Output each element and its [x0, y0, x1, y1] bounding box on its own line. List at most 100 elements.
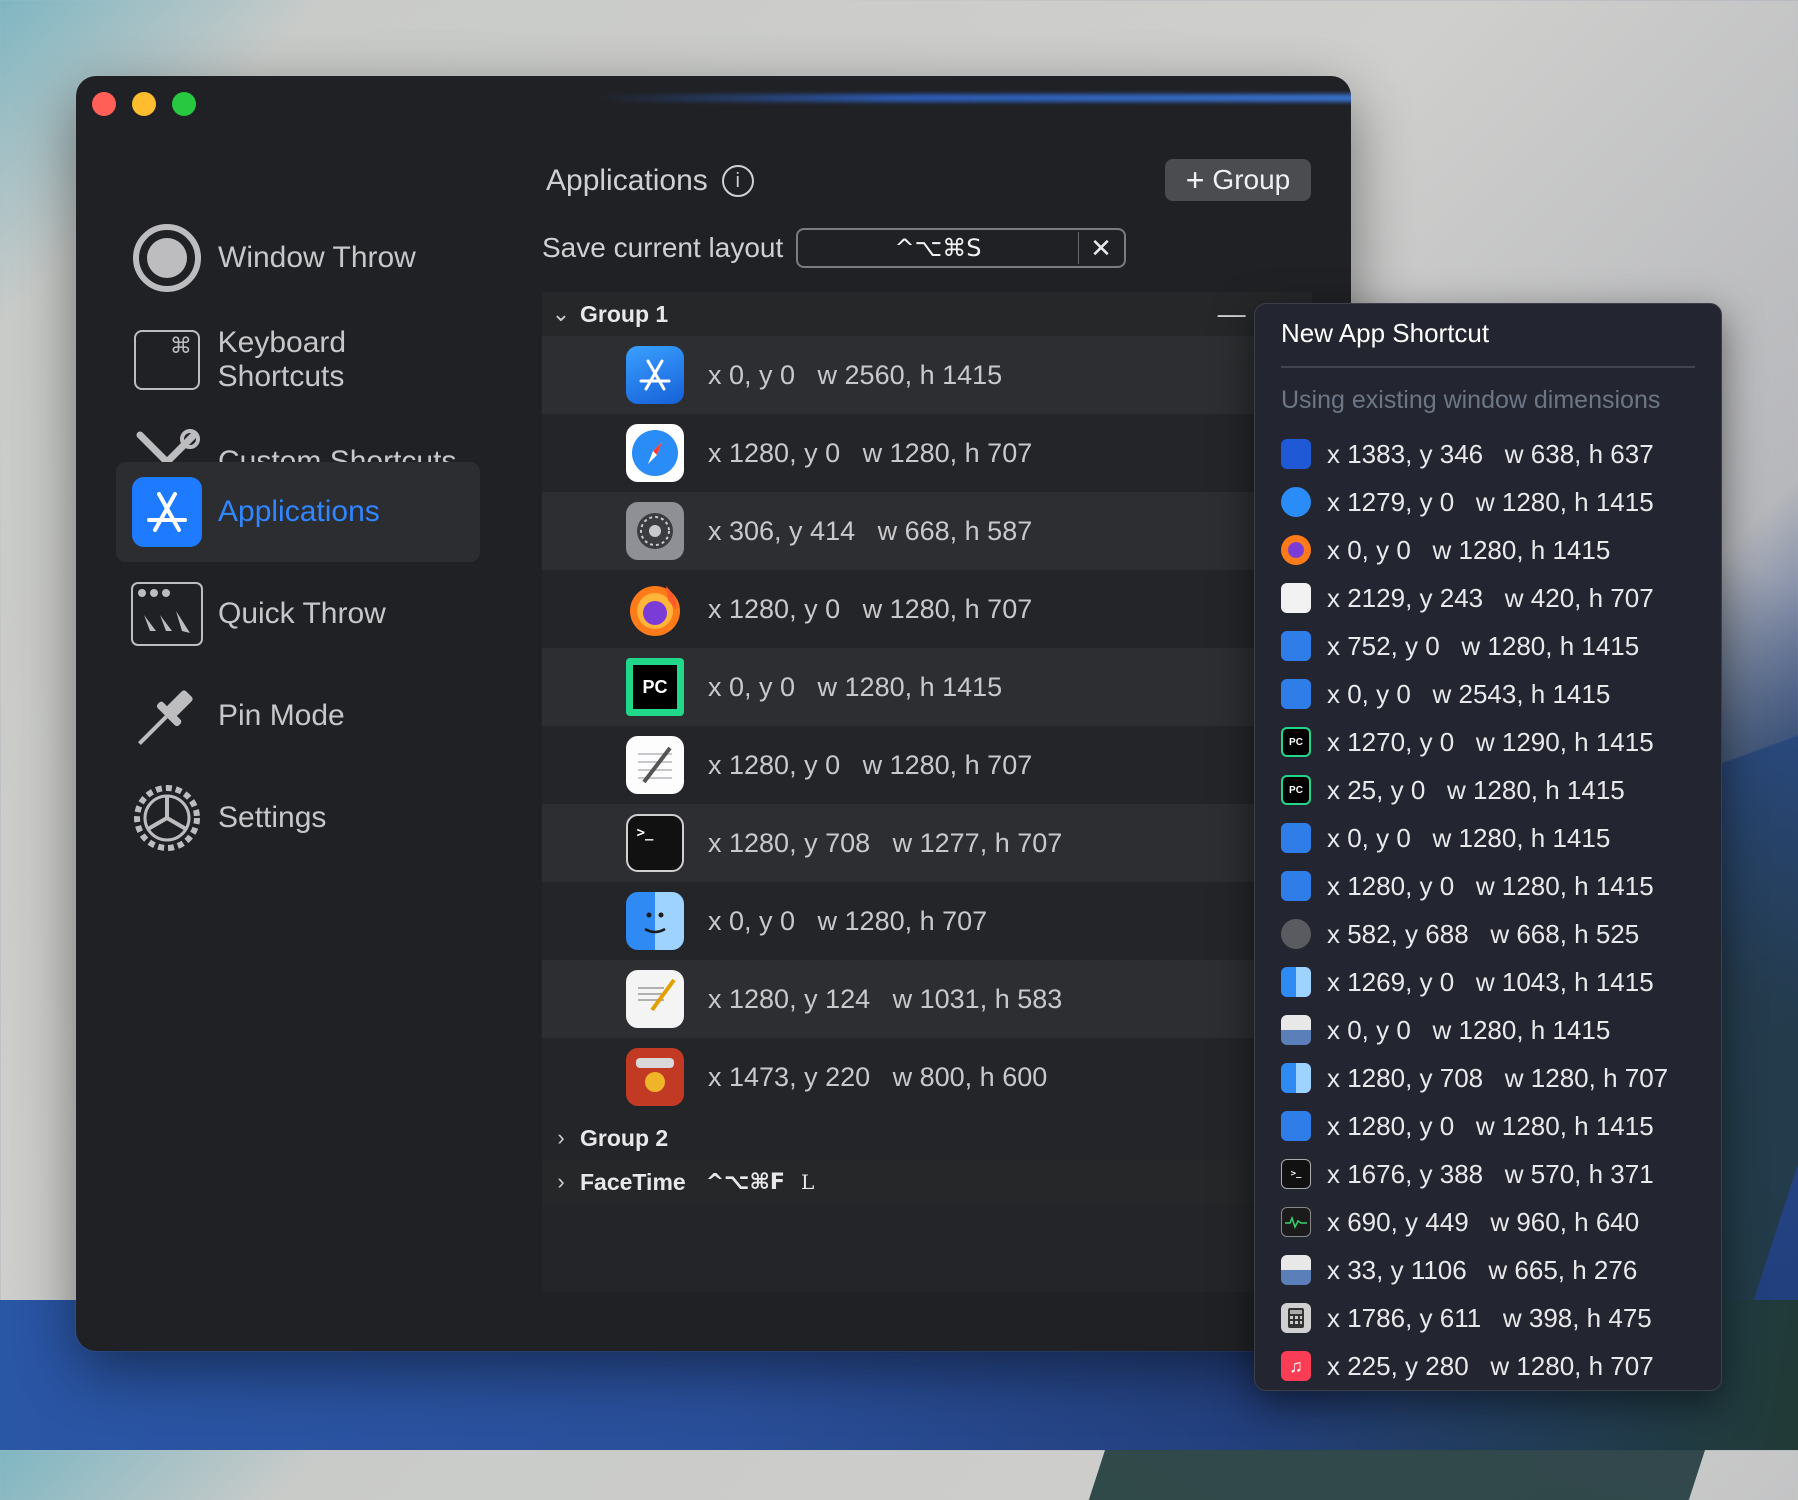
terminal-icon: >_ [626, 814, 684, 872]
list-item[interactable]: PC x 25, y 0 w 1280, h 1415 [1281, 766, 1711, 814]
sidebar-item-applications[interactable]: Applications [116, 462, 480, 562]
window-dimensions: x 0, y 0 w 2560, h 1415 [708, 359, 1003, 390]
table-row[interactable]: x 1280, y 0 w 1280, h 707 [542, 726, 1312, 804]
save-layout-label: Save current layout [542, 232, 784, 263]
table-row[interactable]: x 1473, y 220 w 800, h 600 [542, 1038, 1312, 1116]
sidebar-item-window-throw[interactable]: Window Throw [116, 208, 480, 308]
new-app-shortcut-popup: New App Shortcut Using existing window d… [1254, 303, 1722, 1391]
window-dimensions: x 0, y 0 w 1280, h 1415 [1327, 1014, 1611, 1045]
sidebar-item-keyboard-shortcuts[interactable]: ⌘ Keyboard Shortcuts [116, 310, 480, 410]
popup-subtitle: Using existing window dimensions [1281, 386, 1661, 414]
list-item[interactable]: x 2129, y 243 w 420, h 707 [1281, 574, 1711, 622]
pin-icon [130, 679, 204, 753]
xcode-icon [1281, 631, 1311, 661]
disk-utility-icon [1281, 1015, 1311, 1045]
window-dimensions: x 1280, y 0 w 1280, h 707 [708, 593, 1033, 624]
add-group-button[interactable]: + Group [1165, 159, 1311, 201]
window-dimensions: x 1280, y 0 w 1280, h 1415 [1327, 870, 1654, 901]
list-item[interactable]: x 0, y 0 w 1280, h 1415 [1281, 814, 1711, 862]
list-item[interactable]: x 0, y 0 w 1280, h 1415 [1281, 1006, 1711, 1054]
xcode-icon [1281, 679, 1311, 709]
info-icon[interactable]: i [721, 165, 754, 197]
circle-target-icon [130, 221, 204, 295]
list-item[interactable]: x 0, y 0 w 1280, h 1415 [1281, 526, 1711, 574]
list-item[interactable]: PC x 1270, y 0 w 1290, h 1415 [1281, 718, 1711, 766]
table-row[interactable]: x 306, y 414 w 668, h 587 [542, 492, 1312, 570]
list-item[interactable]: x 582, y 688 w 668, h 525 [1281, 910, 1711, 958]
list-item[interactable]: x 0, y 0 w 2543, h 1415 [1281, 670, 1711, 718]
chevron-right-icon[interactable]: › [542, 1169, 580, 1195]
close-window-button[interactable] [92, 92, 116, 116]
group-extra-key: L [800, 1170, 815, 1194]
safari-icon [626, 424, 684, 482]
list-item[interactable]: x 1280, y 0 w 1280, h 1415 [1281, 1102, 1711, 1150]
window-dimensions: x 1280, y 708 w 1280, h 707 [1327, 1062, 1669, 1093]
window-dimensions: x 1676, y 388 w 570, h 371 [1327, 1158, 1654, 1189]
table-row[interactable]: x 0, y 0 w 1280, h 707 [542, 882, 1312, 960]
chevron-down-icon[interactable]: ⌄ [542, 301, 580, 327]
firefox-icon [626, 580, 684, 638]
list-item[interactable]: x 33, y 1106 w 665, h 276 [1281, 1246, 1711, 1294]
group-name: FaceTime [580, 1168, 686, 1195]
window-dimensions: x 1280, y 0 w 1280, h 707 [708, 437, 1033, 468]
window-dimensions: x 0, y 0 w 1280, h 1415 [708, 671, 1003, 702]
table-row[interactable]: >_ x 1280, y 708 w 1277, h 707 [542, 804, 1312, 882]
terminal-badge: >_ [636, 825, 654, 841]
pycharm-icon: PC [626, 658, 684, 716]
zoom-window-button[interactable] [172, 92, 196, 116]
notes-icon [1281, 439, 1311, 469]
group-name: Group 1 [580, 300, 669, 327]
sidebar-item-label: Keyboard Shortcuts [217, 326, 347, 393]
table-row[interactable]: x 1280, y 0 w 1280, h 707 [542, 414, 1312, 492]
list-item[interactable]: x 690, y 449 w 960, h 640 [1281, 1198, 1711, 1246]
sidebar-item-settings[interactable]: Settings [116, 768, 480, 868]
window-dimensions: x 1279, y 0 w 1280, h 1415 [1327, 486, 1654, 517]
table-row[interactable]: x 1280, y 124 w 1031, h 583 [542, 960, 1312, 1038]
remove-group-button[interactable]: — [1218, 298, 1246, 330]
list-item[interactable]: x 1269, y 0 w 1043, h 1415 [1281, 958, 1711, 1006]
group-name: Group 2 [580, 1124, 669, 1151]
plist-editor-icon [626, 970, 684, 1028]
music-icon: ♫ [1281, 1351, 1311, 1381]
window-dimensions: x 0, y 0 w 1280, h 1415 [1327, 534, 1611, 565]
group-row[interactable]: › Group 2 [542, 1116, 1312, 1160]
textedit-icon [1281, 583, 1311, 613]
terminal-icon: >_ [1281, 1159, 1311, 1189]
group-header[interactable]: ⌄ Group 1 — + [542, 292, 1312, 336]
group-row[interactable]: › FaceTime ^⌥⌘F L [542, 1160, 1312, 1204]
list-item[interactable]: x 1280, y 0 w 1280, h 1415 [1281, 862, 1711, 910]
popup-list: x 1383, y 346 w 638, h 637 x 1279, y 0 w… [1281, 430, 1711, 1390]
clear-shortcut-button[interactable]: ✕ [1079, 233, 1123, 264]
window-dimensions: x 1280, y 124 w 1031, h 583 [708, 983, 1063, 1014]
save-layout-shortcut-field[interactable]: ^⌥⌘S ✕ [796, 228, 1126, 268]
minimize-window-button[interactable] [132, 92, 156, 116]
window-dimensions: x 1280, y 708 w 1277, h 707 [708, 827, 1063, 858]
command-key-icon: ⌘ [130, 323, 204, 397]
paprika-icon [626, 1048, 684, 1106]
finder-icon [626, 892, 684, 950]
table-row[interactable]: x 1280, y 0 w 1280, h 707 [542, 570, 1312, 648]
table-row[interactable]: x 0, y 0 w 2560, h 1415 [542, 336, 1312, 414]
window-dimensions: x 25, y 0 w 1280, h 1415 [1327, 774, 1625, 805]
list-item[interactable]: x 1786, y 611 w 398, h 475 [1281, 1294, 1711, 1342]
table-row[interactable]: PC x 0, y 0 w 1280, h 1415 [542, 648, 1312, 726]
list-item[interactable]: x 1383, y 346 w 638, h 637 [1281, 430, 1711, 478]
window-dimensions: x 752, y 0 w 1280, h 1415 [1327, 630, 1640, 661]
list-item[interactable]: x 1280, y 708 w 1280, h 707 [1281, 1054, 1711, 1102]
titlebar-glow [596, 94, 1351, 102]
window-dimensions: x 306, y 414 w 668, h 587 [708, 515, 1033, 546]
safari-icon [1281, 487, 1311, 517]
list-item[interactable]: x 1279, y 0 w 1280, h 1415 [1281, 478, 1711, 526]
applications-list: ⌄ Group 1 — + x 0, y 0 w 2560, h 1415 x … [542, 292, 1312, 1292]
list-item[interactable]: >_ x 1676, y 388 w 570, h 371 [1281, 1150, 1711, 1198]
quick-throw-icon [130, 577, 204, 651]
app-store-icon [130, 475, 204, 549]
app-window: Window Throw ⌘ Keyboard Shortcuts Custom… [76, 76, 1351, 1351]
list-item[interactable]: ♫ x 225, y 280 w 1280, h 707 [1281, 1342, 1711, 1390]
list-item[interactable]: x 752, y 0 w 1280, h 1415 [1281, 622, 1711, 670]
sidebar-item-quick-throw[interactable]: Quick Throw [116, 564, 480, 664]
save-layout-shortcut-value[interactable]: ^⌥⌘S [798, 232, 1079, 264]
sidebar-item-pin-mode[interactable]: Pin Mode [116, 666, 480, 766]
chevron-right-icon[interactable]: › [542, 1125, 580, 1151]
xcode-icon [626, 346, 684, 404]
